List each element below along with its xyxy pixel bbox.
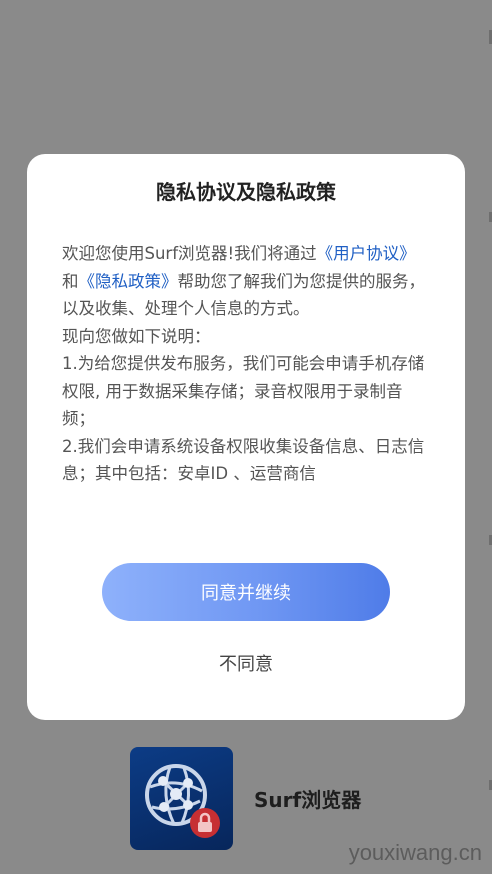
globe-network-lock-icon [145, 764, 220, 838]
agree-button[interactable]: 同意并继续 [102, 563, 390, 621]
watermark: youxiwang.cn [348, 840, 482, 865]
dialog-title: 隐私协议及隐私政策 [156, 180, 336, 204]
screen: 隐私协议及隐私政策 欢迎您使用Surf浏览器!我们将通过《用户协议》和《隐私政策… [0, 0, 492, 874]
dialog-body[interactable]: 欢迎您使用Surf浏览器!我们将通过《用户协议》和《隐私政策》帮助您了解我们为您… [62, 240, 432, 520]
and-text: 和 [62, 271, 79, 291]
disagree-button[interactable]: 不同意 [27, 650, 465, 676]
explain-heading: 现向您做如下说明： [62, 326, 211, 346]
privacy-dialog: 隐私协议及隐私政策 欢迎您使用Surf浏览器!我们将通过《用户协议》和《隐私政策… [27, 154, 465, 720]
permission-item-1: 1.为给您提供发布服务，我们可能会申请手机存储权限, 用于数据采集存储；录音权限… [62, 354, 425, 428]
permission-item-2: 2.我们会申请系统设备权限收集设备信息、日志信息；其中包括：安卓ID 、运营商信 [62, 436, 425, 484]
user-agreement-link[interactable]: 《用户协议》 [317, 244, 416, 263]
privacy-policy-link[interactable]: 《隐私政策》 [79, 272, 178, 291]
intro-paragraph: 欢迎您使用Surf浏览器!我们将通过《用户协议》和《隐私政策》帮助您了解我们为您… [62, 240, 432, 323]
app-name: Surf浏览器 [254, 788, 362, 812]
intro-text: 欢迎您使用Surf浏览器!我们将通过 [62, 244, 317, 263]
app-icon [130, 747, 233, 850]
